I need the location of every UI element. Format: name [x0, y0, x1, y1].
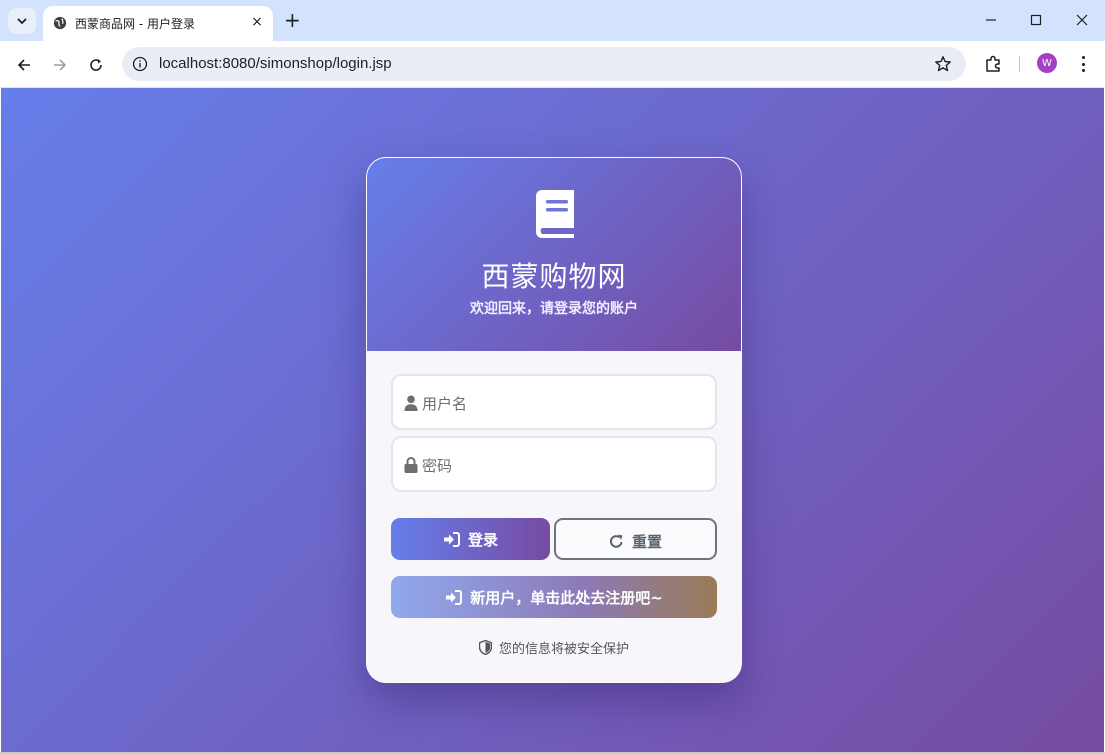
- tab-close-icon[interactable]: ×: [249, 14, 265, 30]
- extensions-puzzle-icon[interactable]: [984, 54, 1004, 74]
- reset-button[interactable]: 重置: [554, 518, 717, 560]
- globe-icon: [53, 16, 67, 30]
- minimize-icon: [986, 19, 996, 21]
- login-card-header: 西蒙购物网 欢迎回来，请登录您的账户: [367, 158, 741, 351]
- tab-search-button[interactable]: [8, 8, 36, 34]
- forward-button[interactable]: [49, 54, 71, 76]
- reload-icon: [90, 59, 102, 71]
- username-placeholder: 用户名: [422, 395, 468, 413]
- address-bar[interactable]: localhost:8080/simonshop/login.jsp: [122, 47, 966, 81]
- maximize-icon: [1030, 14, 1042, 26]
- profile-avatar[interactable]: W: [1037, 53, 1057, 73]
- maximize-button[interactable]: [1024, 10, 1048, 30]
- user-icon: [404, 395, 418, 411]
- chevron-down-icon: [17, 18, 27, 25]
- username-field[interactable]: 用户名: [391, 374, 717, 430]
- toolbar-divider: [1019, 56, 1020, 72]
- password-placeholder: 密码: [422, 457, 453, 475]
- new-tab-button[interactable]: +: [284, 10, 301, 30]
- browser-tab[interactable]: 西蒙商品网 - 用户登录 ×: [43, 6, 273, 41]
- minimize-button[interactable]: [979, 10, 1003, 30]
- browser-tab-strip: 西蒙商品网 - 用户登录 × +: [0, 0, 1105, 41]
- brand-subtitle: 欢迎回来，请登录您的账户: [470, 301, 638, 317]
- sign-in-icon: [443, 531, 460, 547]
- register-link-button[interactable]: 新用户，单击此处去注册吧~: [391, 576, 717, 618]
- tab-title: 西蒙商品网 - 用户登录: [75, 17, 195, 31]
- lock-icon: [404, 457, 418, 473]
- url-text[interactable]: localhost:8080/simonshop/login.jsp: [159, 55, 392, 72]
- shield-icon: [478, 640, 492, 655]
- more-menu-button[interactable]: [1075, 54, 1091, 74]
- reset-label: 重置: [631, 532, 662, 551]
- sign-in-icon: [446, 589, 463, 605]
- register-label: 新用户，单击此处去注册吧~: [470, 588, 663, 607]
- browser-toolbar: localhost:8080/simonshop/login.jsp W: [0, 41, 1105, 88]
- bookmark-star-icon[interactable]: [934, 55, 952, 73]
- arrow-left-icon: [17, 59, 30, 71]
- close-window-button[interactable]: [1070, 10, 1094, 30]
- site-info-icon[interactable]: [132, 56, 148, 72]
- login-card: 西蒙购物网 欢迎回来，请登录您的账户 用户名 密码 登录 重置 新用户，单击此处…: [366, 157, 742, 683]
- redo-icon: [609, 534, 623, 548]
- arrow-right-icon: [54, 59, 67, 71]
- back-button[interactable]: [13, 54, 35, 76]
- page-viewport: 西蒙购物网 欢迎回来，请登录您的账户 用户名 密码 登录 重置 新用户，单击此处…: [1, 88, 1104, 752]
- close-icon: [1076, 14, 1088, 26]
- book-icon: [536, 190, 574, 238]
- security-note: 您的信息将被安全保护: [367, 638, 741, 657]
- login-button[interactable]: 登录: [391, 518, 550, 560]
- reload-button[interactable]: [85, 54, 107, 76]
- login-label: 登录: [467, 530, 498, 549]
- brand-title: 西蒙购物网: [481, 260, 627, 293]
- password-field[interactable]: 密码: [391, 436, 717, 492]
- security-note-text: 您的信息将被安全保护: [498, 642, 629, 657]
